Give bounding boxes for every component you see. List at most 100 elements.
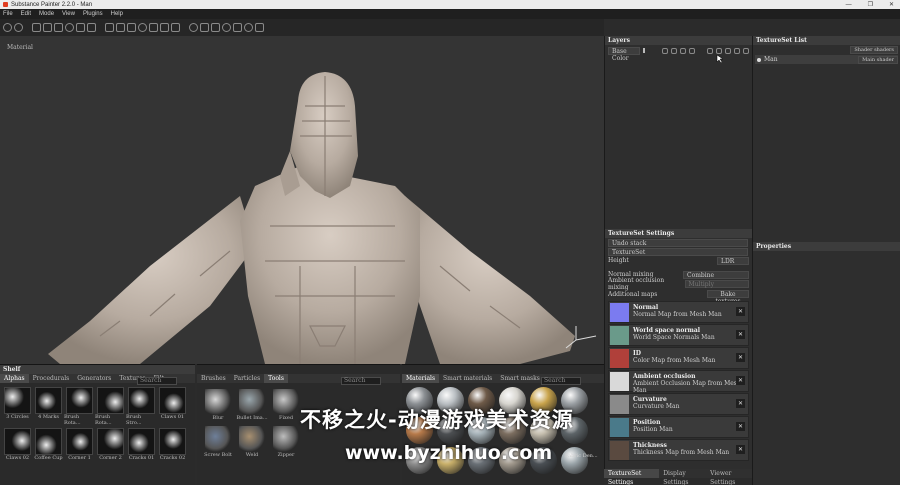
alpha-thumbnail[interactable] [4, 387, 31, 414]
baked-map-row[interactable]: ID Color Map from Mesh Man ✕ [608, 347, 749, 369]
tool-item[interactable]: Blur [201, 389, 235, 421]
material-swatch[interactable] [437, 447, 464, 474]
material-swatch[interactable] [406, 447, 433, 474]
export-icon[interactable] [255, 23, 264, 32]
lazy-mouse-icon[interactable] [127, 23, 136, 32]
tool-item[interactable]: Zipper [269, 426, 303, 458]
environment-icon[interactable] [222, 23, 231, 32]
shelf-item[interactable]: Brush Rota... [64, 387, 95, 426]
tool-item[interactable]: Screw Bolt [201, 426, 235, 458]
add-layer-icon[interactable] [671, 47, 677, 54]
textureset-row[interactable]: Man Main shader [755, 55, 898, 64]
eraser-icon[interactable] [43, 23, 52, 32]
tab-viewer-settings[interactable]: Viewer Settings [706, 469, 752, 485]
material-swatch[interactable] [437, 387, 464, 414]
alpha-thumbnail[interactable] [35, 387, 62, 414]
map-thumbnail[interactable] [610, 418, 629, 437]
map-thumbnail[interactable] [610, 441, 629, 460]
alpha-thumbnail[interactable] [35, 428, 62, 455]
add-fill-layer-icon[interactable] [662, 47, 668, 54]
add-effect-icon[interactable] [689, 47, 695, 54]
alpha-thumbnail[interactable] [128, 428, 155, 455]
alpha-thumbnail[interactable] [66, 428, 93, 455]
baked-map-row[interactable]: Thickness Thickness Map from Mesh Man ✕ [608, 439, 749, 461]
render-icon[interactable] [189, 23, 198, 32]
tab-procedurals[interactable]: Procedurals [29, 374, 74, 383]
remove-map-icon[interactable]: ✕ [736, 376, 745, 385]
material-swatch[interactable] [468, 447, 495, 474]
remove-map-icon[interactable]: ✕ [736, 307, 745, 316]
shelf-item[interactable]: 3 Circles [2, 387, 33, 426]
tool-thumbnail[interactable] [205, 426, 231, 452]
remove-map-icon[interactable]: ✕ [736, 330, 745, 339]
menu-file[interactable]: File [3, 11, 13, 17]
alpha-thumbnail[interactable] [97, 428, 124, 455]
add-folder-icon[interactable] [707, 47, 713, 54]
clone-icon[interactable] [87, 23, 96, 32]
tab-smart-materials[interactable]: Smart materials [439, 374, 496, 383]
channel-select[interactable]: Base Color [608, 46, 640, 62]
tab-particles[interactable]: Particles [230, 374, 264, 383]
user-icon[interactable] [244, 23, 253, 32]
textureset-field[interactable]: TextureSet [608, 247, 748, 256]
material-swatch[interactable] [499, 417, 526, 444]
menu-mode[interactable]: Mode [39, 11, 54, 17]
material-swatch[interactable] [530, 447, 557, 474]
material-swatch[interactable] [406, 387, 433, 414]
map-thumbnail[interactable] [610, 326, 629, 345]
tool-thumbnail[interactable] [273, 389, 299, 415]
shelf-item[interactable]: Brush Stro... [126, 387, 157, 426]
shader-select[interactable]: Main shader [858, 55, 898, 64]
shelf-item[interactable]: Corner 2 [95, 428, 126, 461]
folder-icon[interactable] [734, 47, 740, 54]
instance-icon[interactable] [725, 47, 731, 54]
visibility-dot-icon[interactable] [757, 57, 761, 62]
material-swatch[interactable] [499, 447, 526, 474]
tab-display-settings[interactable]: Display Settings [659, 469, 706, 485]
material-swatch[interactable] [530, 417, 557, 444]
add-mask-icon[interactable] [680, 47, 686, 54]
material-swatch[interactable] [530, 387, 557, 414]
shader-shaders-button[interactable]: Shader shaders [850, 46, 898, 54]
materials-search-input[interactable]: Search [541, 377, 581, 385]
2d-view-icon[interactable] [160, 23, 169, 32]
alpha-thumbnail[interactable] [66, 387, 93, 414]
menu-plugins[interactable]: Plugins [83, 11, 103, 17]
alpha-thumbnail[interactable] [128, 387, 155, 414]
material-swatch[interactable] [561, 387, 588, 414]
tab-tools[interactable]: Tools [264, 374, 288, 383]
projection-icon[interactable] [54, 23, 63, 32]
shelf-item[interactable]: Claws 01 [157, 387, 188, 426]
map-thumbnail[interactable] [610, 395, 629, 414]
remove-map-icon[interactable]: ✕ [736, 422, 745, 431]
material-swatch[interactable] [468, 417, 495, 444]
shelf-item[interactable]: Corner 1 [64, 428, 95, 461]
material-swatch[interactable] [468, 387, 495, 414]
tool-item[interactable]: Fixed [269, 389, 303, 421]
shelf-item[interactable]: Cracks 02 [157, 428, 188, 461]
paint-brush-icon[interactable] [32, 23, 41, 32]
tool-thumbnail[interactable] [273, 426, 299, 452]
camera-icon[interactable] [14, 23, 23, 32]
display-icon[interactable] [233, 23, 242, 32]
normal-mixing-select[interactable]: Combine [683, 270, 749, 279]
remove-map-icon[interactable]: ✕ [736, 399, 745, 408]
view-cube-icon[interactable] [149, 23, 158, 32]
shader-icon[interactable] [211, 23, 220, 32]
menu-edit[interactable]: Edit [21, 11, 31, 17]
tool-thumbnail[interactable] [205, 389, 231, 415]
baked-map-row[interactable]: Curvature Curvature Man ✕ [608, 393, 749, 415]
undo-stack-field[interactable]: Undo stack [608, 238, 748, 247]
tab-alphas[interactable]: Alphas [0, 374, 29, 383]
baked-map-row[interactable]: World space normal World Space Normals Ma… [608, 324, 749, 346]
symmetry-icon[interactable] [116, 23, 125, 32]
tab-smart-masks[interactable]: Smart masks [496, 374, 544, 383]
alpha-thumbnail[interactable] [4, 428, 31, 455]
menu-view[interactable]: View [62, 11, 75, 17]
alpha-thumbnail[interactable] [97, 387, 124, 414]
baked-map-row[interactable]: Normal Normal Map from Mesh Man ✕ [608, 301, 749, 323]
map-thumbnail[interactable] [610, 303, 629, 322]
tab-brushes[interactable]: Brushes [197, 374, 230, 383]
polygon-fill-icon[interactable] [138, 23, 147, 32]
baked-map-row[interactable]: Ambient occlusion Ambient Occlusion Map f… [608, 370, 749, 394]
